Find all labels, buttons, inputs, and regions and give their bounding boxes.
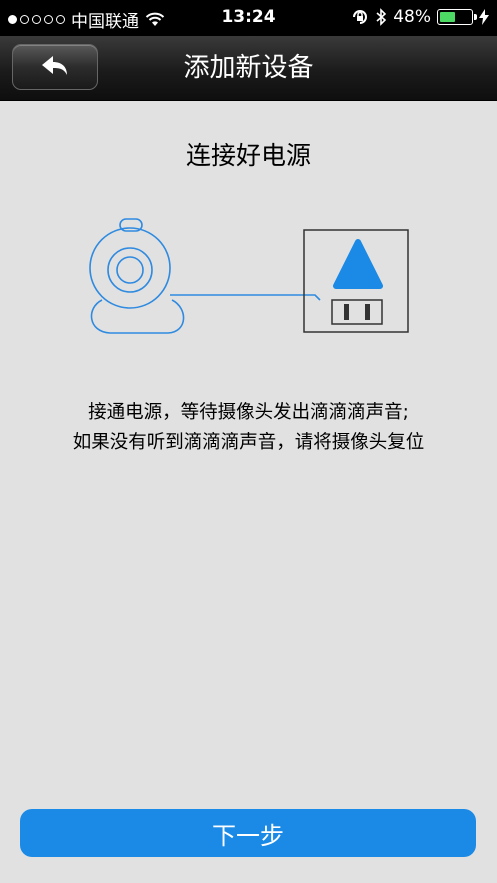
status-bar: 中国联通 13:24 48% [0,0,497,36]
status-right: 48% [351,7,489,27]
back-button[interactable] [12,44,98,90]
bluetooth-icon [376,8,387,26]
step-heading: 连接好电源 [185,141,311,170]
orientation-lock-icon [353,10,368,24]
battery-percent: 48% [393,7,431,27]
instruction-line-1: 接通电源，等待摄像头发出滴滴滴声音; [88,402,409,423]
back-arrow-icon [42,56,67,75]
camera-icon [89,218,321,334]
battery-icon [437,9,477,25]
navigation-bar: 添加新设备 [0,36,497,101]
next-step-button[interactable]: 下一步 [20,809,476,857]
power-outlet-icon [303,229,409,333]
charging-bolt-icon [479,9,489,25]
instruction-text: 接通电源，等待摄像头发出滴滴滴声音; 如果没有听到滴滴滴声音，请将摄像头复位 [0,398,497,458]
camera-power-illustration [89,218,409,334]
instruction-line-2: 如果没有听到滴滴滴声音，请将摄像头复位 [72,432,425,453]
